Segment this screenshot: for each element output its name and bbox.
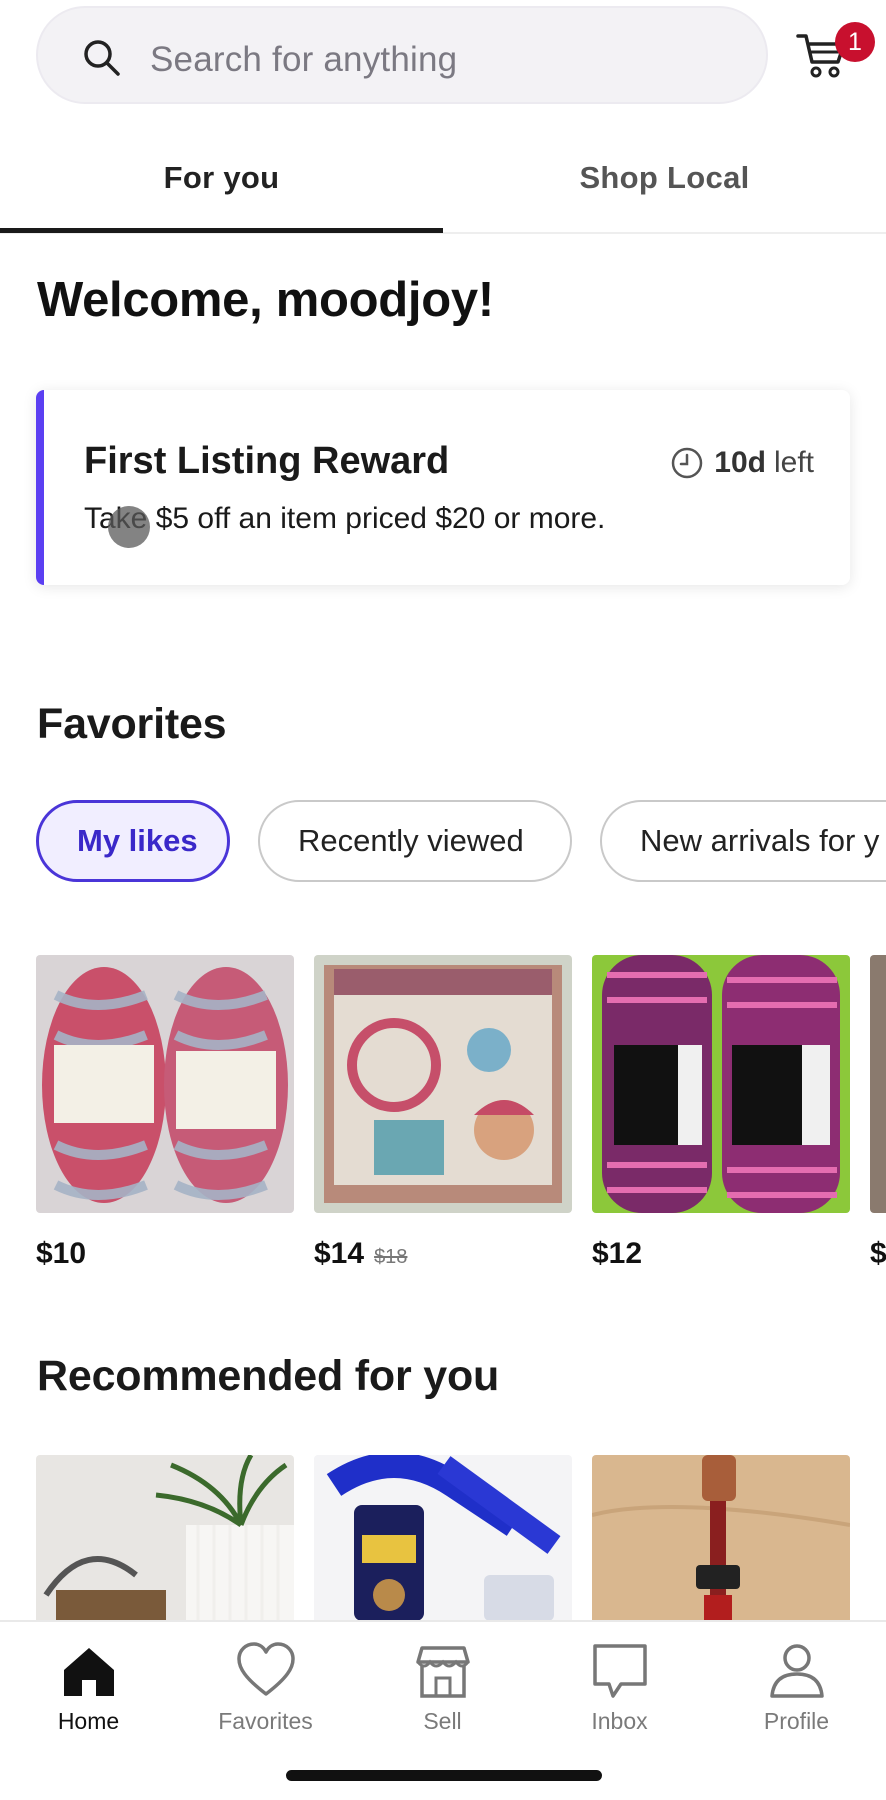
favorites-filter-chips: My likes Recently viewed New arrivals fo… — [36, 800, 886, 882]
product-image-yarn-purple — [592, 955, 850, 1213]
product-card[interactable]: $14 $18 — [314, 955, 572, 1270]
recommended-product-row — [36, 1455, 886, 1621]
nav-home-label: Home — [57, 1708, 120, 1734]
search-bar[interactable]: Search for anything — [36, 6, 768, 104]
product-card[interactable]: $ — [870, 955, 886, 1270]
product-card[interactable]: $10 — [36, 955, 294, 1270]
tab-bar: For you Shop Local — [0, 132, 886, 234]
nav-sell-label: Sell — [423, 1708, 462, 1734]
nav-favorites[interactable]: Favorites — [177, 1640, 354, 1735]
reward-days: 10d — [714, 446, 766, 479]
reward-time-suffix: left — [773, 446, 814, 479]
shop-icon — [415, 1646, 470, 1698]
nav-profile-label: Profile — [763, 1708, 830, 1734]
chip-my-likes[interactable]: My likes — [36, 800, 230, 882]
recommended-product-image[interactable] — [314, 1455, 572, 1621]
cart-badge: 1 — [835, 22, 875, 62]
chip-new-arrivals[interactable]: New arrivals for y — [600, 800, 886, 882]
favorites-product-row: $10 $14 $18 $12 $ — [36, 955, 886, 1275]
chip-recently-viewed[interactable]: Recently viewed — [258, 800, 572, 882]
product-original-price: $18 — [374, 1246, 408, 1268]
nav-inbox-label: Inbox — [591, 1708, 648, 1734]
touch-indicator — [108, 506, 150, 548]
clock-icon — [672, 447, 703, 479]
nav-favorites-label: Favorites — [218, 1708, 313, 1734]
product-image-partial — [870, 955, 886, 1213]
person-icon — [769, 1644, 824, 1698]
product-price: $14 $18 — [314, 1237, 408, 1270]
recommended-product-image[interactable] — [592, 1455, 850, 1621]
reward-title: First Listing Reward — [84, 440, 450, 482]
product-price: $ — [870, 1237, 886, 1270]
reward-timer: 10d left — [670, 446, 814, 480]
nav-home[interactable]: Home — [0, 1640, 177, 1735]
nav-inbox[interactable]: Inbox — [531, 1640, 708, 1735]
search-icon — [84, 40, 120, 76]
chat-icon — [592, 1644, 647, 1698]
product-price: $12 — [592, 1237, 643, 1270]
recommended-product-image[interactable] — [36, 1455, 294, 1621]
reward-description: Take $5 off an item priced $20 or more. — [84, 502, 606, 535]
recommended-heading: Recommended for you — [37, 1352, 500, 1400]
active-tab-indicator — [0, 228, 443, 233]
favorites-heading: Favorites — [37, 700, 227, 748]
home-icon — [63, 1648, 114, 1696]
tab-shop-local[interactable]: Shop Local — [443, 160, 886, 196]
tab-for-you[interactable]: For you — [0, 160, 443, 196]
home-indicator — [286, 1770, 602, 1781]
heart-icon — [236, 1642, 295, 1696]
product-image-craft-kit — [314, 955, 572, 1213]
product-card[interactable]: $12 — [592, 955, 850, 1270]
nav-profile[interactable]: Profile — [708, 1640, 885, 1735]
product-price: $10 — [36, 1237, 87, 1270]
nav-sell[interactable]: Sell — [354, 1640, 531, 1735]
search-placeholder: Search for anything — [150, 40, 458, 79]
first-listing-reward-card[interactable]: First Listing Reward Take $5 off an item… — [36, 390, 850, 585]
header: Search for anything 1 — [0, 0, 886, 120]
product-image-yarn — [36, 955, 294, 1213]
welcome-heading: Welcome, moodjoy! — [37, 273, 494, 327]
